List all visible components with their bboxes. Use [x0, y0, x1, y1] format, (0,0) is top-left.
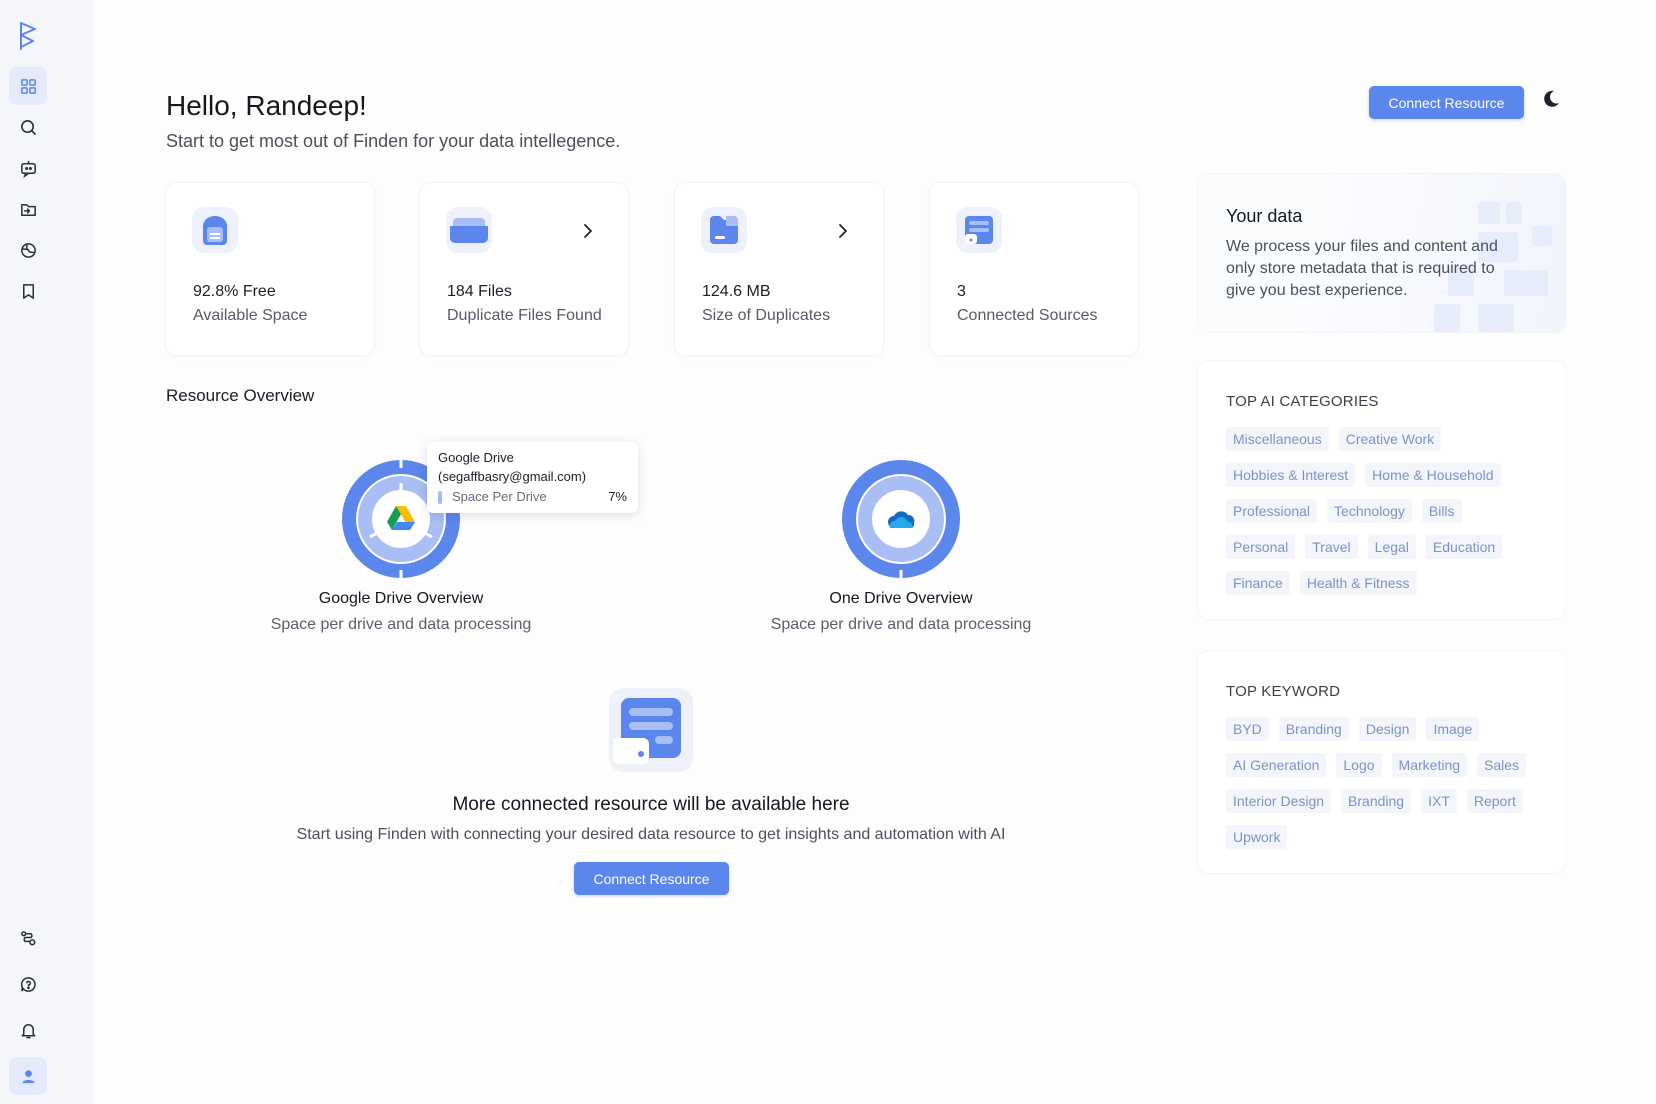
stat-label: Connected Sources	[957, 307, 1098, 324]
category-chip[interactable]: Hobbies & Interest	[1226, 463, 1356, 487]
category-chip[interactable]: Personal	[1226, 535, 1296, 559]
category-chip[interactable]: Education	[1425, 535, 1503, 559]
tooltip-title: Google Drive	[438, 450, 514, 465]
drive-title: One Drive Overview	[829, 590, 973, 607]
category-chip[interactable]: Health & Fitness	[1299, 571, 1417, 595]
keyword-chip[interactable]: Sales	[1477, 753, 1527, 777]
stat-card-available-space: 92.8% Free Available Space	[166, 183, 374, 355]
stat-label: Available Space	[193, 307, 308, 324]
drive-title: Google Drive Overview	[318, 590, 484, 607]
connect-resource-button[interactable]: Connect Resource	[1369, 86, 1524, 119]
sidebar-item-assistant[interactable]	[9, 149, 47, 187]
top-keyword-title: TOP KEYWORD	[1226, 683, 1341, 700]
server-sources-icon	[956, 207, 1002, 253]
stat-value: 184 Files	[447, 283, 512, 300]
your-data-card: Your data We process your files and cont…	[1198, 174, 1565, 332]
tooltip-account: (segaffbasry@gmail.com)	[438, 469, 587, 484]
connected-resource-illustration-icon	[609, 688, 693, 772]
your-data-description: We process your files and content and on…	[1226, 238, 1498, 299]
keyword-chip[interactable]: IXT	[1421, 789, 1457, 813]
chat-bot-icon	[20, 160, 36, 178]
category-chip[interactable]: Miscellaneous	[1226, 427, 1329, 451]
category-chip[interactable]: Bills	[1421, 499, 1462, 523]
sidebar-item-search[interactable]	[9, 108, 47, 146]
stat-card-duplicate-files[interactable]: 184 Files Duplicate Files Found	[420, 183, 628, 355]
stat-label: Duplicate Files Found	[447, 307, 602, 324]
your-data-title: Your data	[1226, 206, 1303, 226]
page-subtitle: Start to get most out of Finden for your…	[166, 131, 621, 151]
sidebar-item-bookmarks[interactable]	[9, 272, 47, 310]
keyword-chip[interactable]: Design	[1358, 717, 1417, 741]
drive-subtitle: Space per drive and data processing	[270, 616, 532, 633]
top-ai-categories-card: TOP AI CATEGORIES Miscellaneous Creative…	[1198, 361, 1565, 619]
integrations-icon	[20, 930, 35, 945]
drive-subtitle: Space per drive and data processing	[770, 616, 1032, 633]
tooltip-series-row: Space Per Drive 7%	[438, 486, 627, 508]
search-icon	[20, 119, 36, 135]
empty-state-title: More connected resource will be availabl…	[452, 794, 850, 815]
bell-icon	[21, 1023, 35, 1038]
category-chip-list: Miscellaneous Creative Work Hobbies & In…	[1226, 427, 1546, 607]
sidebar-item-explore[interactable]	[9, 231, 47, 269]
sidebar-item-dashboard[interactable]	[9, 67, 47, 105]
sidebar	[0, 0, 93, 1104]
help-chat-icon	[20, 976, 36, 992]
category-chip[interactable]: Finance	[1226, 571, 1290, 595]
folder-stack-icon	[701, 207, 747, 253]
page-greeting: Hello, Randeep!	[166, 90, 367, 121]
sidebar-item-profile[interactable]	[9, 1057, 47, 1095]
keyword-chip-list: BYD Branding Design Image AI Generation …	[1226, 717, 1546, 861]
top-ai-categories-title: TOP AI CATEGORIES	[1226, 393, 1379, 410]
sidebar-item-files[interactable]	[9, 190, 47, 228]
stat-label: Size of Duplicates	[702, 307, 831, 324]
chart-tooltip: Google Drive (segaffbasry@gmail.com) Spa…	[427, 442, 638, 513]
inbox-tray-icon	[446, 207, 492, 253]
keyword-chip[interactable]: Report	[1466, 789, 1523, 813]
stat-card-connected-sources: 3 Connected Sources	[930, 183, 1138, 355]
keyword-chip[interactable]: Image	[1426, 717, 1480, 741]
keyword-chip[interactable]: Marketing	[1391, 753, 1468, 777]
connect-resource-cta-button[interactable]: Connect Resource	[574, 862, 729, 895]
series-color-swatch	[438, 490, 442, 504]
category-chip[interactable]: Creative Work	[1338, 427, 1442, 451]
tooltip-series-name: Space Per Drive	[452, 489, 547, 504]
storage-icon	[192, 207, 238, 253]
folder-import-icon	[20, 203, 36, 216]
chevron-right-icon[interactable]	[580, 223, 596, 239]
stat-value: 124.6 MB	[702, 283, 771, 300]
keyword-chip[interactable]: Logo	[1336, 753, 1382, 777]
sidebar-item-integrations[interactable]	[9, 919, 47, 957]
dark-mode-moon-icon[interactable]	[1540, 88, 1562, 110]
stat-value: 3	[957, 283, 966, 300]
chevron-right-icon[interactable]	[835, 223, 851, 239]
category-chip[interactable]: Professional	[1226, 499, 1318, 523]
keyword-chip[interactable]: BYD	[1226, 717, 1269, 741]
user-icon	[21, 1069, 35, 1083]
keyword-chip[interactable]: Branding	[1341, 789, 1412, 813]
sidebar-item-notifications[interactable]	[9, 1011, 47, 1049]
category-chip[interactable]: Technology	[1327, 499, 1412, 523]
stat-card-duplicate-size[interactable]: 124.6 MB Size of Duplicates	[675, 183, 883, 355]
keyword-chip[interactable]: Interior Design	[1226, 789, 1332, 813]
top-keyword-card: TOP KEYWORD BYD Branding Design Image AI…	[1198, 651, 1565, 873]
tooltip-series-value: 7%	[608, 489, 627, 504]
stat-value: 92.8% Free	[193, 283, 276, 300]
category-chip[interactable]: Home & Household	[1365, 463, 1501, 487]
category-chip[interactable]: Travel	[1305, 535, 1358, 559]
category-chip[interactable]: Legal	[1367, 535, 1416, 559]
finden-logo-icon[interactable]	[16, 20, 40, 52]
globe-icon	[20, 242, 36, 258]
resource-overview-title: Resource Overview	[166, 386, 315, 405]
keyword-chip[interactable]: Branding	[1278, 717, 1349, 741]
sidebar-item-help[interactable]	[9, 965, 47, 1003]
keyword-chip[interactable]: AI Generation	[1226, 753, 1327, 777]
keyword-chip[interactable]: Upwork	[1226, 825, 1288, 849]
bookmark-icon	[22, 283, 34, 299]
empty-state-subtitle: Start using Finden with connecting your …	[296, 826, 1006, 843]
dashboard-grid-icon	[20, 78, 36, 94]
one-drive-donut-chart[interactable]	[840, 458, 962, 580]
